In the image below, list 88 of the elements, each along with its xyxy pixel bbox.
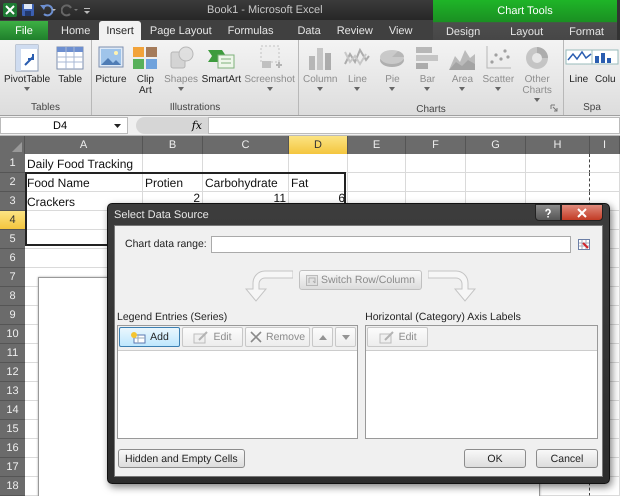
- group-label: Illustrations: [170, 102, 220, 113]
- ribbon-tab[interactable]: Insert: [99, 21, 141, 40]
- column-header[interactable]: I: [590, 136, 620, 154]
- row-header[interactable]: 8: [0, 287, 25, 306]
- column-header[interactable]: G: [466, 136, 526, 154]
- dialog-button[interactable]: Hidden and Empty Cells: [118, 449, 245, 468]
- row-header[interactable]: 5: [0, 230, 25, 249]
- column-header[interactable]: F: [406, 136, 466, 154]
- ribbon-tab[interactable]: Review: [330, 21, 380, 40]
- dialog-launcher-icon[interactable]: [550, 104, 558, 112]
- cell[interactable]: Fat: [289, 173, 348, 192]
- cell[interactable]: Protien: [143, 173, 203, 192]
- group-label: Tables: [31, 102, 60, 113]
- column-header[interactable]: B: [143, 136, 203, 154]
- help-button[interactable]: [535, 204, 561, 221]
- window-title: Book1 - Microsoft Excel: [207, 4, 323, 16]
- ribbon-tab[interactable]: Design: [440, 22, 486, 41]
- ribbon-tab[interactable]: Layout: [504, 22, 550, 41]
- group-label: Spa: [583, 102, 601, 113]
- row-header[interactable]: 15: [0, 420, 25, 439]
- column-header[interactable]: H: [526, 136, 590, 154]
- range-picker-icon: [578, 238, 590, 250]
- dialog-button[interactable]: OK: [464, 449, 526, 468]
- row-header[interactable]: 4: [0, 211, 25, 230]
- ribbon-tab[interactable]: Data: [290, 21, 328, 40]
- up-arrow-icon: [318, 334, 327, 340]
- formula-input[interactable]: [208, 117, 620, 134]
- remove-icon: [250, 331, 262, 343]
- select-all-icon[interactable]: [12, 142, 22, 152]
- column-header[interactable]: D: [289, 136, 348, 154]
- column-header[interactable]: C: [203, 136, 289, 154]
- dialog-title: Select Data Source: [114, 208, 209, 220]
- row-header[interactable]: 18: [0, 477, 25, 496]
- row-header[interactable]: 9: [0, 306, 25, 325]
- close-button[interactable]: [561, 204, 603, 221]
- ribbon-tab[interactable]: File: [0, 21, 48, 40]
- down-arrow-icon: [342, 334, 350, 340]
- list-label: Horizontal (Category) Axis Labels: [365, 311, 522, 323]
- ribbon-tab[interactable]: Format: [563, 22, 610, 41]
- excel-logo-icon: [3, 3, 17, 17]
- save-icon[interactable]: [21, 3, 35, 17]
- row-header[interactable]: 11: [0, 344, 25, 363]
- row-header[interactable]: 16: [0, 439, 25, 458]
- add-series-icon: [130, 330, 146, 344]
- add-button[interactable]: Add: [119, 327, 180, 347]
- row-header[interactable]: 13: [0, 382, 25, 401]
- cell[interactable]: [526, 154, 590, 173]
- row-header[interactable]: 6: [0, 249, 25, 268]
- contextual-group-title: Chart Tools: [496, 4, 554, 19]
- cell[interactable]: Daily Food Tracking: [25, 154, 143, 173]
- close-icon: [577, 208, 587, 218]
- table-icon: [55, 44, 86, 72]
- cell[interactable]: Food Name: [25, 173, 143, 192]
- ribbon-button[interactable]: PivotTable: [2, 43, 52, 100]
- row-header[interactable]: 14: [0, 401, 25, 420]
- name-box[interactable]: D4: [0, 117, 128, 134]
- cell[interactable]: Carbohydrate: [203, 173, 289, 192]
- row-header[interactable]: 10: [0, 325, 25, 344]
- column-header[interactable]: E: [348, 136, 406, 154]
- group-label: Charts: [416, 104, 446, 114]
- ribbon-button[interactable]: Table: [53, 43, 88, 100]
- row-header[interactable]: 17: [0, 458, 25, 477]
- row-header[interactable]: 2: [0, 173, 25, 192]
- ribbon-tab[interactable]: Page Layout: [142, 21, 219, 40]
- row-header[interactable]: 12: [0, 363, 25, 382]
- column-header[interactable]: A: [25, 136, 143, 154]
- ribbon-button[interactable]: SmartArt: [200, 43, 242, 100]
- cell[interactable]: [526, 173, 590, 192]
- row-header[interactable]: 3: [0, 192, 25, 211]
- undo-icon[interactable]: [39, 3, 57, 17]
- ribbon-button[interactable]: Clip Art: [128, 43, 162, 100]
- input-field[interactable]: [211, 236, 571, 252]
- ribbon-tab[interactable]: Home: [54, 21, 98, 40]
- ribbon-button[interactable]: Picture: [94, 43, 128, 100]
- edit-icon: [378, 330, 395, 344]
- caret-icon: [114, 124, 121, 128]
- row-header[interactable]: 1: [0, 154, 25, 173]
- help-icon: [543, 208, 553, 218]
- ribbon-tab[interactable]: Formulas: [220, 21, 280, 40]
- edit-icon: [193, 330, 210, 344]
- field-label: Chart data range:: [125, 238, 208, 250]
- dialog-button[interactable]: Cancel: [536, 449, 598, 468]
- switch-icon: [306, 274, 318, 286]
- ribbon-button[interactable]: Colu: [592, 43, 618, 100]
- ribbon-tab[interactable]: View: [382, 21, 420, 40]
- ribbon-button[interactable]: Line: [566, 43, 592, 100]
- list-label: Legend Entries (Series): [117, 311, 228, 323]
- row-header[interactable]: 7: [0, 268, 25, 287]
